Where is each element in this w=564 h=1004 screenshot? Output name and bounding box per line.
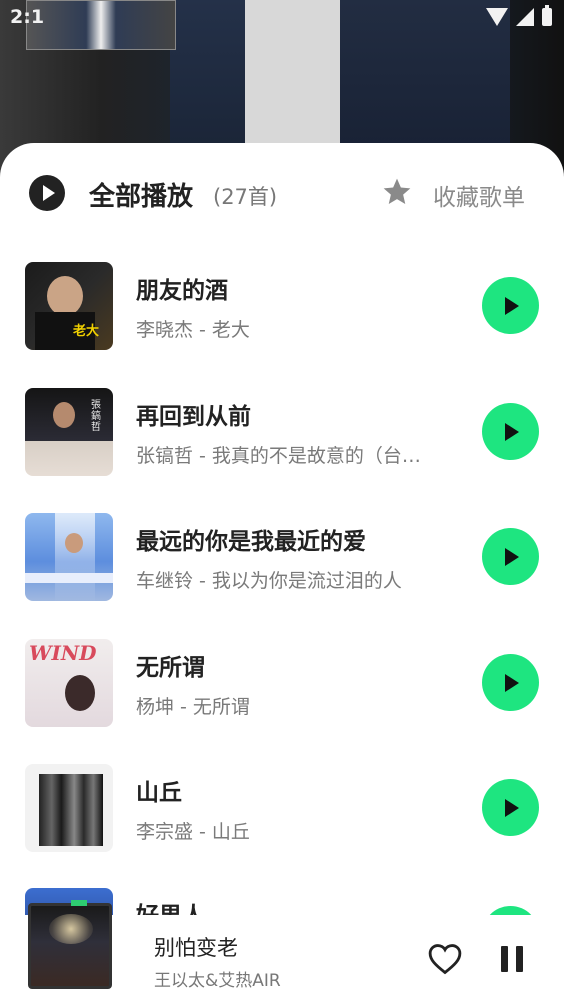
favorite-playlist-button[interactable]: 收藏歌单 [433,178,525,212]
list-item[interactable]: WIND 无所谓 杨坤 - 无所谓 [0,618,564,744]
status-time: 2:1 [10,6,45,28]
progress-indicator [71,900,87,906]
wifi-icon [486,8,508,26]
cover-text: 張鎬哲 [91,399,101,433]
song-title: 最远的你是我最近的爱 [136,529,366,555]
song-subtitle: 车继铃 - 我以为你是流过泪的人 [136,570,402,592]
song-subtitle: 杨坤 - 无所谓 [136,695,250,718]
song-count: (27首) [213,185,278,209]
play-icon[interactable] [482,779,539,836]
now-playing-cover[interactable] [28,900,112,989]
battery-icon [542,5,552,26]
album-cover: WIND [25,638,113,727]
mini-player[interactable]: 别怕变老 王以太&艾热AIR [0,900,564,1004]
heart-icon[interactable] [428,943,462,975]
song-title: 山丘 [136,780,182,806]
signal-icon [516,8,534,26]
cover-text: WIND [29,640,97,665]
song-subtitle: 张镐哲 - 我真的不是故意的（台… [136,444,421,467]
song-title: 无所谓 [136,654,205,681]
play-icon[interactable] [482,277,539,334]
album-cover: 張鎬哲 [25,387,113,476]
song-subtitle: 李晓杰 - 老大 [136,319,250,341]
song-title: 再回到从前 [136,403,251,430]
song-list: 老大 朋友的酒 李晓杰 - 老大 張鎬哲 再回到从前 张镐哲 - 我真的不是故意… [0,241,564,869]
pause-icon[interactable] [501,946,525,972]
star-icon[interactable] [381,176,413,208]
play-all-button[interactable]: 全部播放 [89,176,193,213]
now-playing-title: 别怕变老 [154,936,238,960]
playlist-sheet: 全部播放 (27首) 收藏歌单 老大 朋友的酒 李晓杰 - 老大 張鎬哲 再回到… [0,143,564,1004]
list-item[interactable]: 山丘 李宗盛 - 山丘 [0,743,564,869]
cover-text: 老大 [73,324,100,339]
list-item[interactable]: 張鎬哲 再回到从前 张镐哲 - 我真的不是故意的（台… [0,367,564,493]
playlist-header: 全部播放 (27首) 收藏歌单 [0,143,564,241]
album-cover [25,513,113,601]
song-subtitle: 李宗盛 - 山丘 [136,821,250,843]
play-icon[interactable] [482,528,539,585]
album-cover: 老大 [25,262,113,350]
now-playing-artist: 王以太&艾热AIR [154,971,281,991]
list-item[interactable]: 最远的你是我最近的爱 车继铃 - 我以为你是流过泪的人 [0,492,564,618]
list-item[interactable]: 老大 朋友的酒 李晓杰 - 老大 [0,241,564,367]
album-cover [25,764,113,852]
play-circle-icon[interactable] [29,175,65,211]
status-icons [486,5,552,26]
status-bar: 2:1 [0,0,564,36]
play-icon[interactable] [482,653,539,711]
song-title: 朋友的酒 [136,278,228,304]
play-icon[interactable] [482,402,539,460]
